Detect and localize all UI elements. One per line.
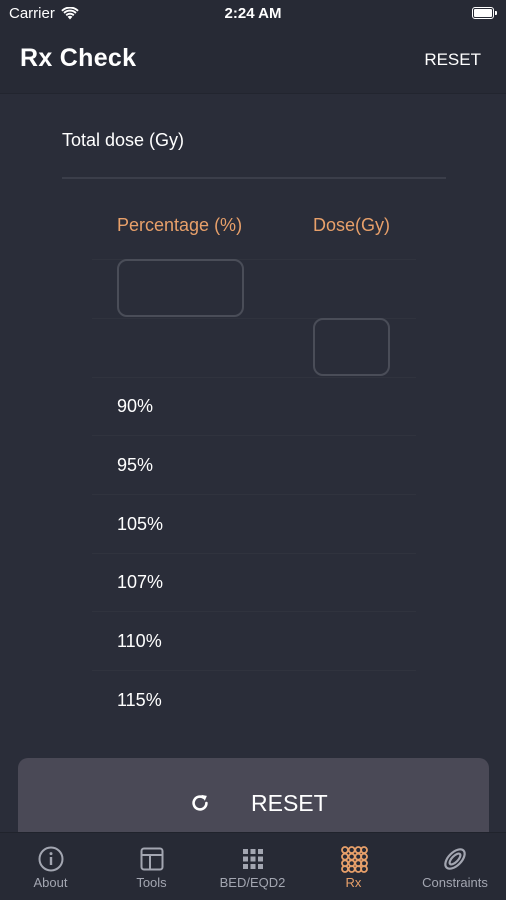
percentage-row-95: 95% [117,455,154,475]
percentage-row-90: 90% [117,396,154,416]
tab-label: About [33,875,68,890]
tab-bar: About Tools BED/EQD2 Rx Constraints [0,832,506,900]
row-divider [92,611,416,612]
row-divider [92,494,416,495]
reset-button-label: RESET [251,790,328,816]
percentage-row-110: 110% [117,631,162,651]
tab-constraints[interactable]: Constraints [404,833,506,900]
status-bar: Carrier 2:24 AM [0,0,506,28]
tab-bed-eqd2[interactable]: BED/EQD2 [202,833,303,900]
percentage-header: Percentage (%) [117,215,243,235]
status-time: 2:24 AM [224,5,282,22]
tools-grid-icon [140,847,163,871]
row-divider [92,435,416,436]
tab-label: BED/EQD2 [219,875,286,890]
dose-input[interactable] [313,318,390,376]
total-dose-underline [62,177,446,179]
tab-tools[interactable]: Tools [101,833,202,900]
row-divider [92,670,416,671]
page-title: Rx Check [20,44,137,72]
percentage-input[interactable] [117,259,244,317]
refresh-icon [192,794,208,811]
rx-circles-icon [340,846,368,873]
percentage-row-105: 105% [117,514,164,534]
tab-about[interactable]: About [0,833,101,900]
rings-icon [444,848,466,870]
navigation-bar: Rx Check RESET [0,28,506,94]
battery-icon [472,7,497,19]
row-divider [92,377,416,378]
dot-grid-icon [242,849,263,869]
percentage-row-115: 115% [117,690,162,710]
total-dose-field[interactable]: Total dose (Gy) [62,130,184,151]
tab-label: Rx [345,875,362,890]
tab-label: Tools [136,875,167,890]
info-circle-icon [38,846,63,872]
tab-label: Constraints [422,875,488,890]
nav-reset-button[interactable]: RESET [424,50,481,70]
percentage-row-107: 107% [117,572,164,592]
dose-header: Dose(Gy) [313,215,391,235]
tab-rx[interactable]: Rx [303,833,404,900]
row-divider [92,553,416,554]
